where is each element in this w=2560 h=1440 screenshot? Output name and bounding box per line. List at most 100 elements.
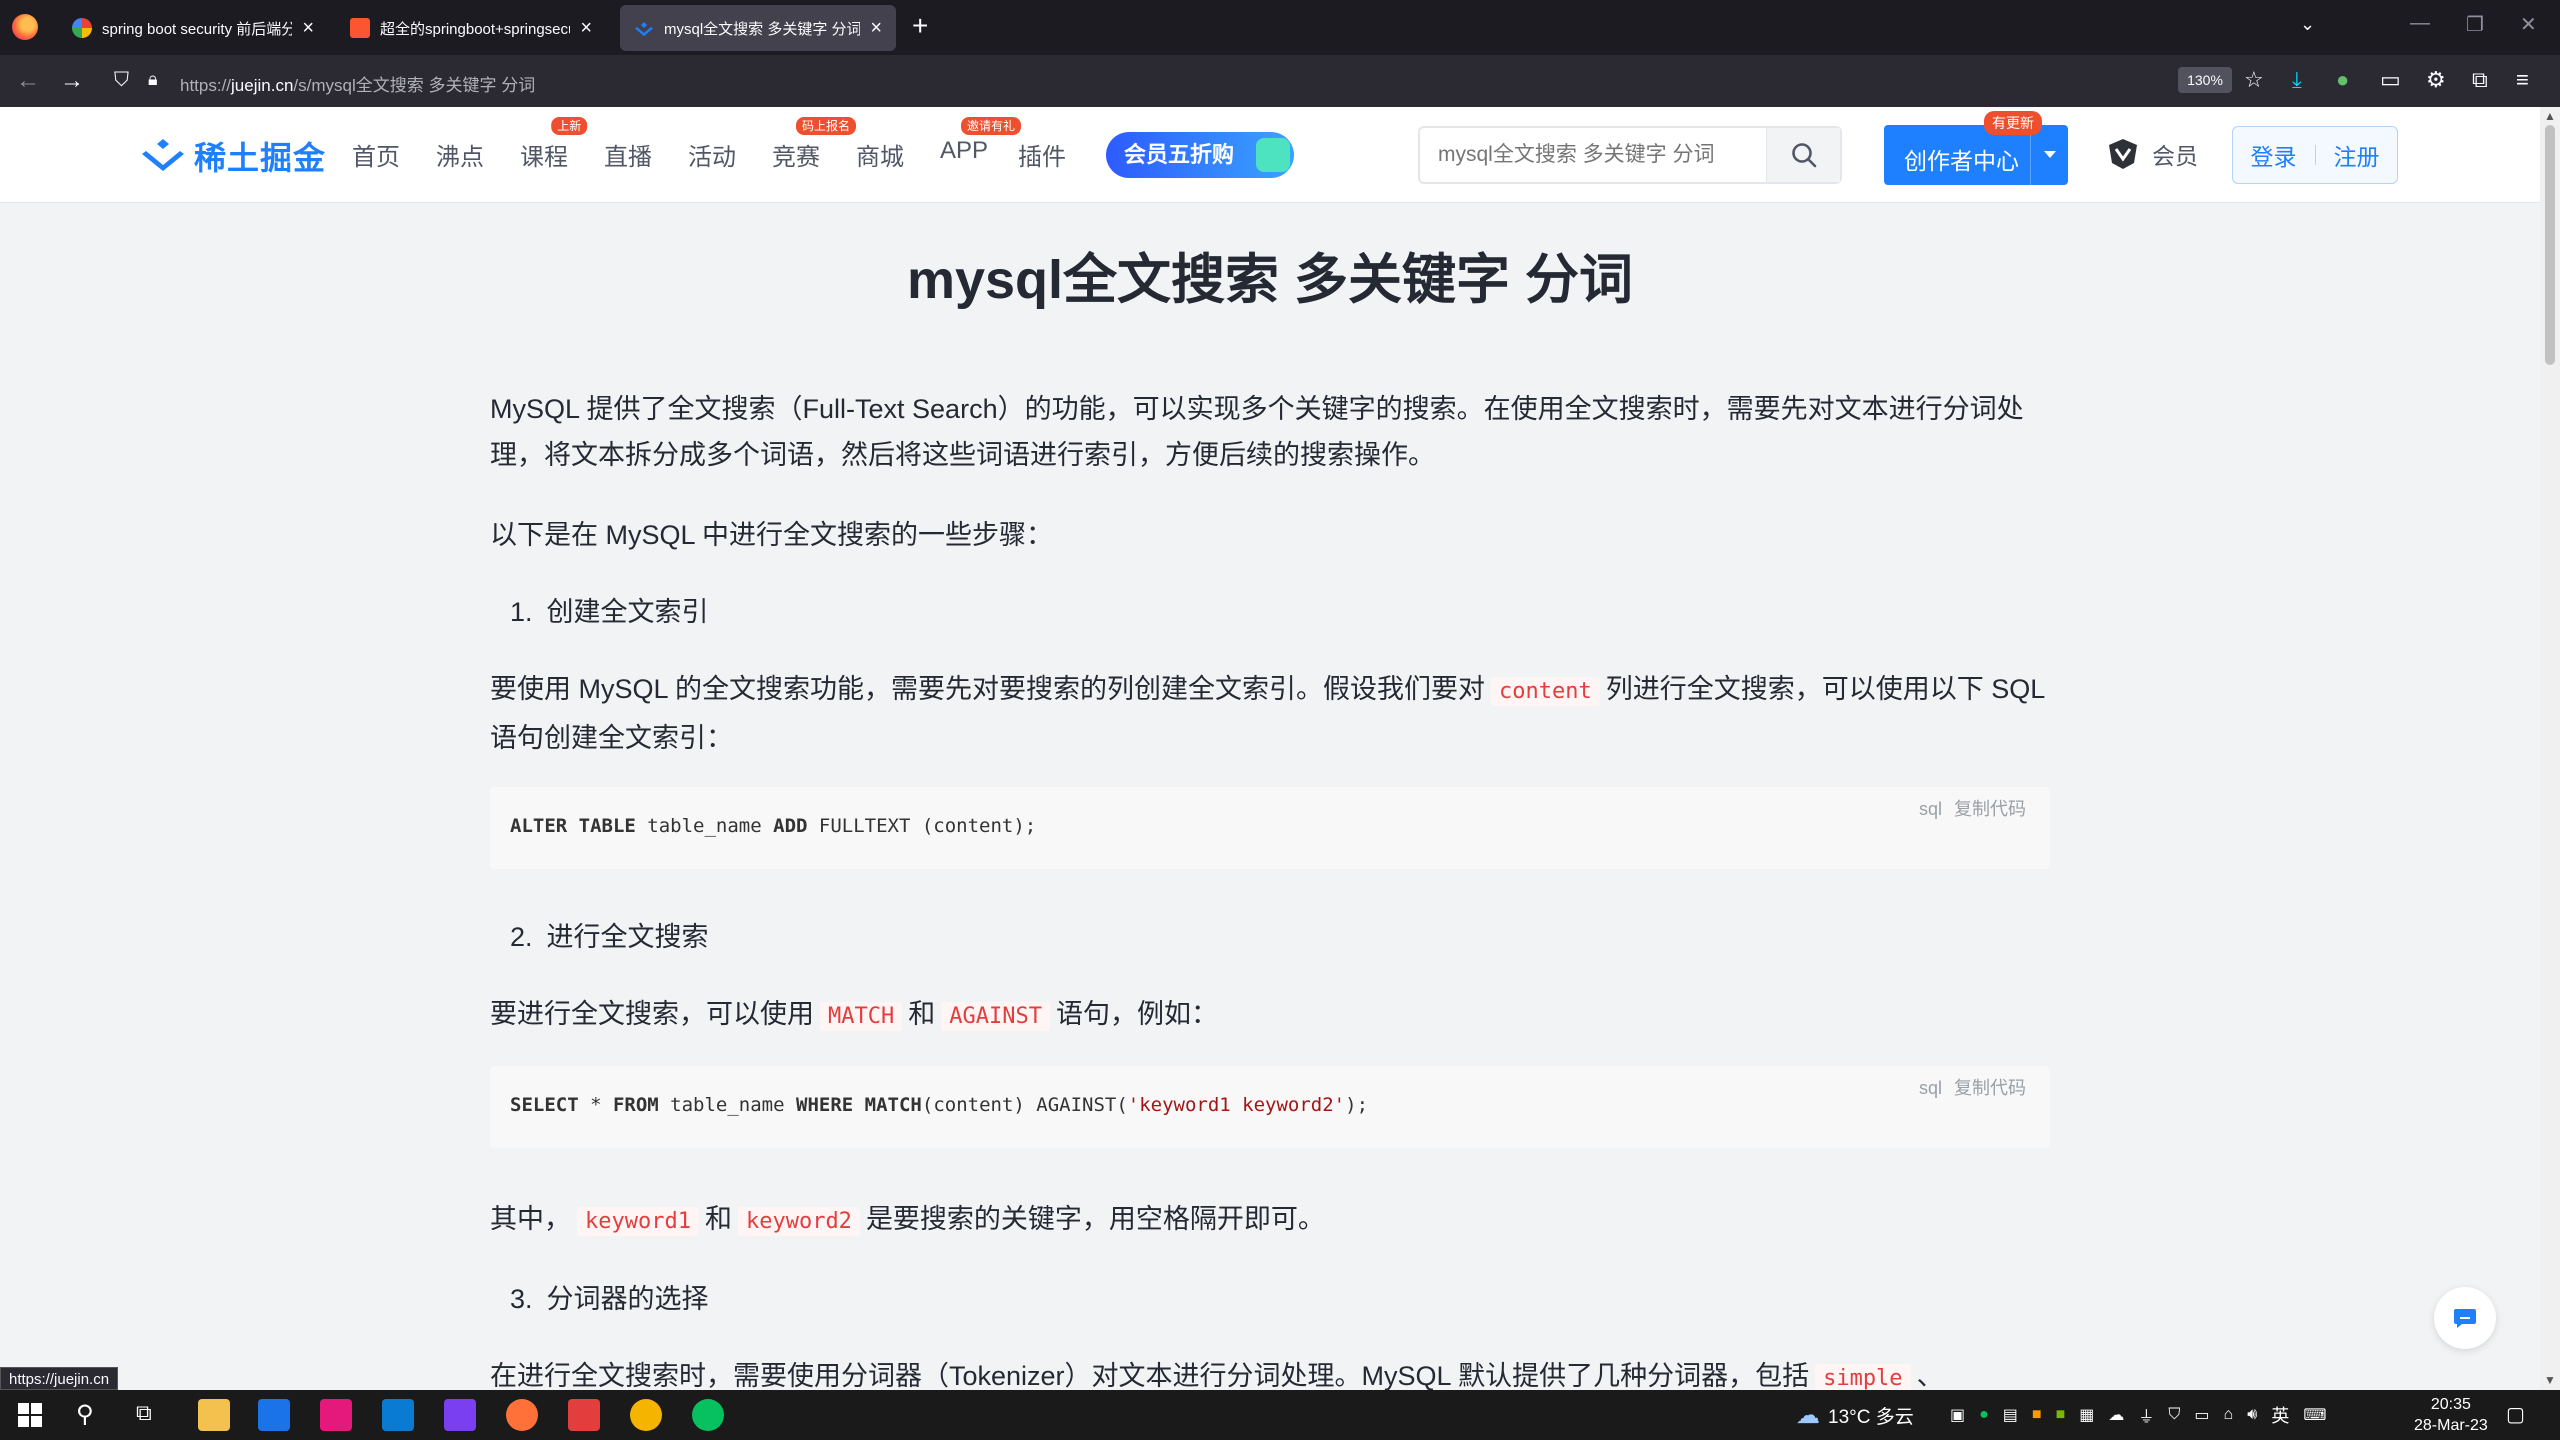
security-icon[interactable]: ⛉ xyxy=(2168,1406,2180,1424)
url-text[interactable]: https://juejin.cn/s/mysql全文搜索 多关键字 分词 xyxy=(180,71,535,96)
tray-icon[interactable]: ▦ xyxy=(2079,1405,2094,1425)
register-link[interactable]: 注册 xyxy=(2334,138,2380,172)
nav-label: 竞赛 xyxy=(772,144,820,171)
bookmark-star-icon[interactable]: ☆ xyxy=(2244,66,2264,94)
intellij-idea-icon[interactable] xyxy=(320,1399,352,1431)
windows-start-icon[interactable] xyxy=(18,1403,42,1427)
firefox-icon[interactable] xyxy=(506,1399,538,1431)
wechat-icon[interactable] xyxy=(692,1399,724,1431)
tab-3-active[interactable]: mysql全文搜索 多关键字 分词 - × xyxy=(620,5,896,51)
extension-icon[interactable]: ● xyxy=(2336,66,2349,94)
nav-plugins[interactable]: 插件 xyxy=(1018,137,1102,172)
usb-icon[interactable]: ⏚ xyxy=(2138,1403,2154,1427)
nav-events[interactable]: 活动 xyxy=(688,137,772,172)
close-window-icon[interactable]: ✕ xyxy=(2520,12,2537,37)
search-box xyxy=(1418,126,1842,184)
inline-code: simple xyxy=(1815,1364,1911,1390)
forward-icon[interactable]: → xyxy=(60,67,84,95)
firefox-menu-icon[interactable] xyxy=(12,14,38,40)
keyboard-icon[interactable]: ⌨ xyxy=(2303,1405,2326,1425)
search-button[interactable] xyxy=(1766,128,1840,182)
ime-indicator[interactable]: 英 xyxy=(2271,1402,2289,1428)
copy-code-button[interactable]: 复制代码 xyxy=(1954,799,2026,819)
list-number: 3. xyxy=(510,1284,533,1314)
address-bar[interactable]: ⛉ 🔒︎ https://juejin.cn/s/mysql全文搜索 多关键字 … xyxy=(100,61,2230,101)
nav-app[interactable]: 邀请有礼 APP xyxy=(940,117,1022,172)
scroll-up-icon[interactable]: ▲ xyxy=(2544,109,2556,123)
scrollbar-thumb[interactable] xyxy=(2545,125,2555,365)
battery-icon[interactable]: ▭ xyxy=(2194,1405,2209,1425)
nvidia-icon[interactable]: ■ xyxy=(2056,1406,2066,1424)
login-register-group: 登录 注册 xyxy=(2232,126,2398,184)
lock-icon[interactable]: 🔒︎ xyxy=(148,69,158,90)
close-tab-icon[interactable]: × xyxy=(870,17,882,40)
settings-gear-icon[interactable]: ⚙ xyxy=(2426,66,2446,94)
juejin-logo[interactable]: 稀土掘金 xyxy=(142,133,326,179)
task-view-icon[interactable]: ⧉ xyxy=(136,1400,152,1426)
tracking-protection-shield-icon[interactable]: ⛉ xyxy=(114,69,129,92)
downloads-icon[interactable]: ⤓ xyxy=(2292,66,2302,94)
wechat-tray-icon[interactable]: ● xyxy=(1979,1406,1989,1424)
code-keyword: SELECT xyxy=(510,1094,579,1116)
url-host: juejin.cn xyxy=(231,76,294,95)
weather-widget[interactable]: ☁ 13°C 多云 xyxy=(1796,1390,1914,1440)
network-icon[interactable]: ⌂ xyxy=(2224,1406,2234,1424)
vip-promo-button[interactable]: 会员五折购 xyxy=(1106,132,1294,178)
app-icon[interactable] xyxy=(630,1399,662,1431)
onedrive-icon[interactable]: ☁ xyxy=(2108,1405,2124,1425)
minimize-icon[interactable]: — xyxy=(2410,12,2430,35)
feedback-chat-button[interactable] xyxy=(2434,1287,2496,1349)
close-tab-icon[interactable]: × xyxy=(302,17,314,40)
paragraph: 要使用 MySQL 的全文搜索功能，需要先对要搜索的列创建全文索引。假设我们要对… xyxy=(490,666,2050,761)
csdn-favicon-icon xyxy=(350,18,370,38)
close-tab-icon[interactable]: × xyxy=(580,17,592,40)
juejin-favicon-icon xyxy=(634,18,654,38)
page-scrollbar[interactable]: ▲ ▼ xyxy=(2540,107,2560,1390)
extensions-puzzle-icon[interactable]: ⧉ xyxy=(2472,66,2488,94)
search-icon[interactable]: ⚲ xyxy=(76,1400,94,1429)
url-path: /s/mysql全文搜索 多关键字 分词 xyxy=(293,76,536,95)
nav-pins[interactable]: 沸点 xyxy=(436,137,520,172)
pdf-reader-icon[interactable] xyxy=(568,1399,600,1431)
mail-icon[interactable] xyxy=(258,1399,290,1431)
tray-icon[interactable]: ▤ xyxy=(2003,1405,2018,1425)
nav-shop[interactable]: 商城 xyxy=(856,137,940,172)
inline-code: content xyxy=(1491,677,1600,706)
system-tray: ▣ ● ▤ ■ ■ ▦ ☁ ⏚ ⛉ ▭ ⌂ 🔊︎ 英 ⌨ xyxy=(1950,1390,2326,1440)
restore-icon[interactable]: ❐ xyxy=(2466,12,2484,37)
nav-course[interactable]: 上新 课程 xyxy=(520,117,604,172)
back-icon[interactable]: ← xyxy=(16,67,40,95)
nav-home[interactable]: 首页 xyxy=(352,137,436,172)
notifications-icon[interactable]: ▢ xyxy=(2506,1402,2525,1427)
login-link[interactable]: 登录 xyxy=(2251,138,2297,172)
list-all-tabs-icon[interactable]: ⌄ xyxy=(2300,14,2315,35)
code-block: SELECT * FROM table_name WHERE MATCH(con… xyxy=(490,1066,2050,1148)
clock[interactable]: 20:35 28-Mar-23 xyxy=(2414,1394,2488,1436)
list-item: 1. 创建全文索引 xyxy=(490,592,2050,632)
tray-icon[interactable]: ▣ xyxy=(1950,1405,1965,1425)
vscode-icon[interactable] xyxy=(382,1399,414,1431)
zoom-level-button[interactable]: 130% xyxy=(2178,67,2232,93)
article-title: mysql全文搜索 多关键字 分词 xyxy=(906,250,1634,310)
scroll-down-icon[interactable]: ▼ xyxy=(2544,1373,2556,1387)
search-input[interactable] xyxy=(1420,128,1760,182)
hamburger-menu-icon[interactable]: ≡ xyxy=(2516,66,2529,94)
nav-contest[interactable]: 码上报名 竞赛 xyxy=(772,117,857,172)
volume-icon[interactable]: 🔊︎ xyxy=(2247,1406,2257,1424)
creator-center-button[interactable]: 创作者中心 有更新 xyxy=(1884,111,2068,185)
paragraph: 其中， keyword1 和 keyword2 是要搜索的关键字，用空格隔开即可。 xyxy=(490,1196,2050,1245)
tab-2[interactable]: 超全的springboot+springsecurity × xyxy=(336,5,606,51)
inline-code: keyword1 xyxy=(577,1207,699,1236)
new-tab-button[interactable]: + xyxy=(912,12,928,40)
tab-1[interactable]: spring boot security 前后端分离 × xyxy=(58,5,328,51)
text: 要进行全文搜索，可以使用 xyxy=(490,999,814,1029)
member-link[interactable]: 会员 xyxy=(2106,137,2198,171)
app-icon[interactable] xyxy=(444,1399,476,1431)
reader-view-icon[interactable]: ▭ xyxy=(2380,66,2401,94)
tray-icon[interactable]: ■ xyxy=(2032,1406,2042,1424)
code-block: ALTER TABLE table_name ADD FULLTEXT (con… xyxy=(490,787,2050,869)
file-explorer-icon[interactable] xyxy=(198,1399,230,1431)
nav-live[interactable]: 直播 xyxy=(604,137,688,172)
copy-code-button[interactable]: 复制代码 xyxy=(1954,1078,2026,1098)
